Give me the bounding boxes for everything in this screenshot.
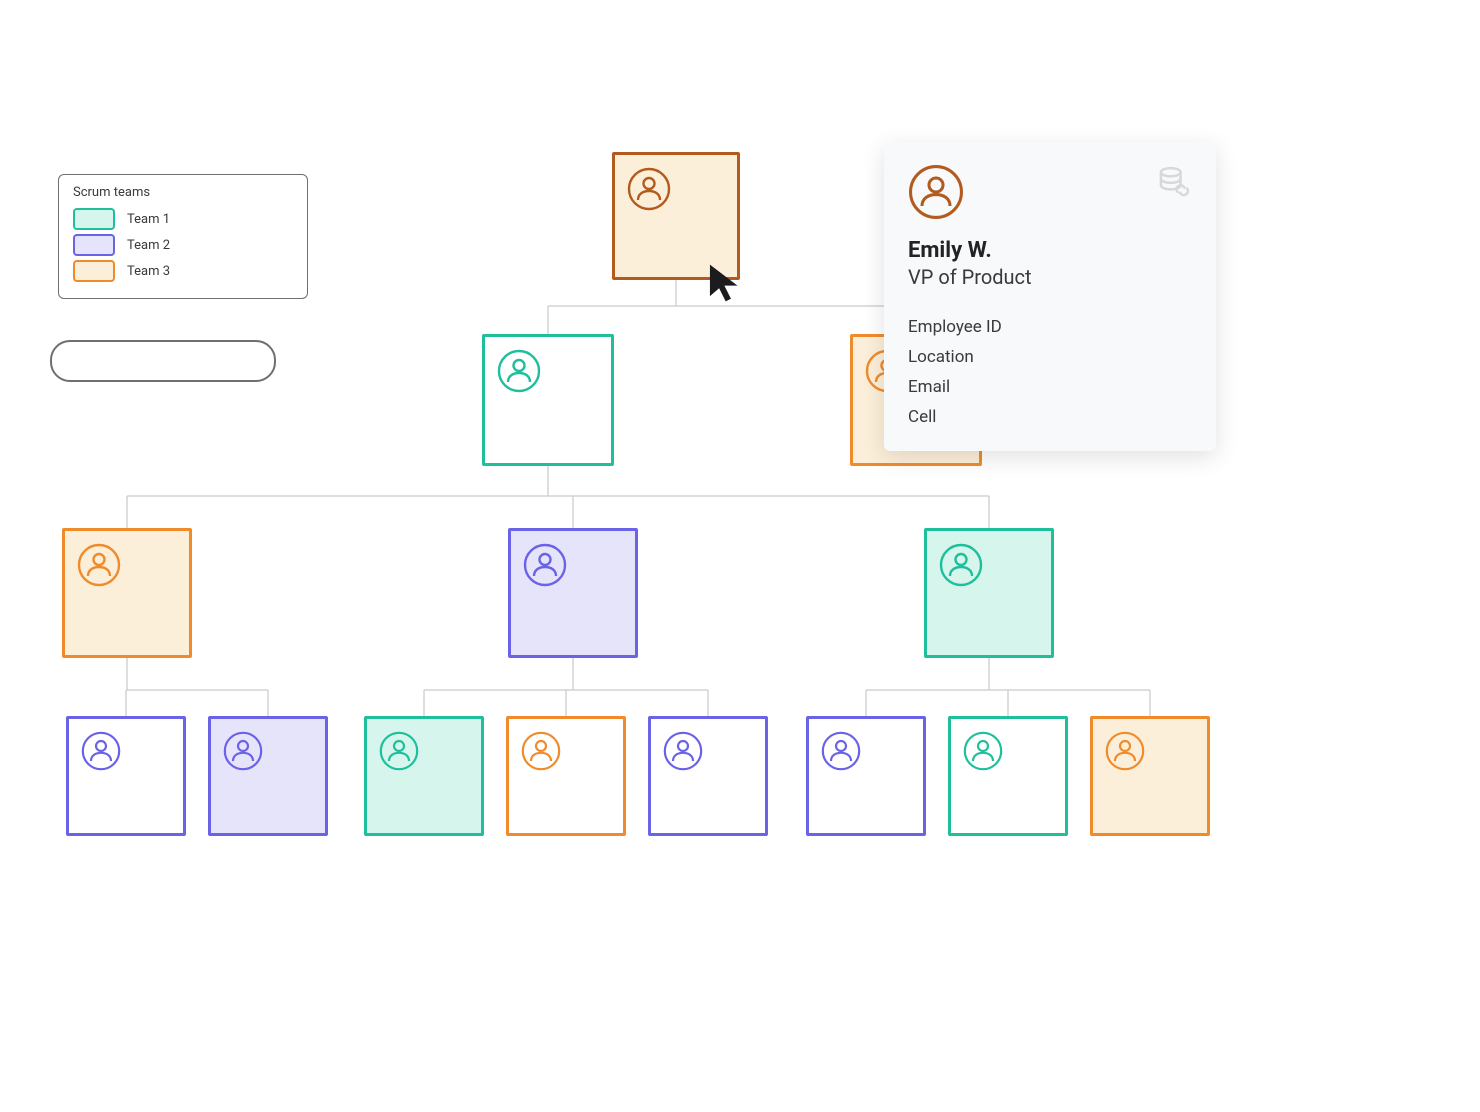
person-icon	[77, 543, 121, 587]
org-chart-canvas[interactable]: Scrum teams Team 1 Team 2 Team 3	[0, 0, 1480, 1112]
node-leaf-6[interactable]	[806, 716, 926, 836]
node-leaf-4[interactable]	[506, 716, 626, 836]
person-icon	[379, 731, 419, 771]
person-icon	[627, 167, 671, 211]
person-icon	[497, 349, 541, 393]
legend-label-0: Team 1	[127, 212, 170, 227]
card-field-2: Email	[908, 377, 1192, 397]
legend-swatch-1	[73, 234, 115, 256]
legend-item-1: Team 2	[73, 234, 293, 256]
person-icon	[523, 543, 567, 587]
empty-pill[interactable]	[50, 340, 276, 382]
person-icon	[223, 731, 263, 771]
avatar-icon	[908, 164, 964, 220]
node-level3-a[interactable]	[62, 528, 192, 658]
legend-swatch-0	[73, 208, 115, 230]
legend-item-2: Team 3	[73, 260, 293, 282]
node-level2-a[interactable]	[482, 334, 614, 466]
person-detail-card[interactable]: Emily W. VP of Product Employee ID Locat…	[884, 142, 1216, 451]
person-icon	[81, 731, 121, 771]
card-field-1: Location	[908, 347, 1192, 367]
card-field-0: Employee ID	[908, 317, 1192, 337]
person-icon	[663, 731, 703, 771]
person-icon	[963, 731, 1003, 771]
node-root[interactable]	[612, 152, 740, 280]
connectors	[0, 0, 1480, 1112]
node-leaf-8[interactable]	[1090, 716, 1210, 836]
node-level3-c[interactable]	[924, 528, 1054, 658]
legend-item-0: Team 1	[73, 208, 293, 230]
node-leaf-7[interactable]	[948, 716, 1068, 836]
card-field-3: Cell	[908, 407, 1192, 427]
card-fields: Employee ID Location Email Cell	[908, 317, 1192, 427]
person-icon	[821, 731, 861, 771]
legend-panel: Scrum teams Team 1 Team 2 Team 3	[58, 174, 308, 299]
person-icon	[521, 731, 561, 771]
node-leaf-3[interactable]	[364, 716, 484, 836]
legend-label-1: Team 2	[127, 238, 170, 253]
card-person-name: Emily W.	[908, 238, 1192, 263]
legend-swatch-2	[73, 260, 115, 282]
legend-label-2: Team 3	[127, 264, 170, 279]
node-leaf-5[interactable]	[648, 716, 768, 836]
database-link-icon	[1156, 164, 1192, 200]
node-leaf-2[interactable]	[208, 716, 328, 836]
card-person-title: VP of Product	[908, 265, 1192, 289]
person-icon	[939, 543, 983, 587]
node-leaf-1[interactable]	[66, 716, 186, 836]
legend-title: Scrum teams	[73, 185, 293, 200]
person-icon	[1105, 731, 1145, 771]
node-level3-b[interactable]	[508, 528, 638, 658]
